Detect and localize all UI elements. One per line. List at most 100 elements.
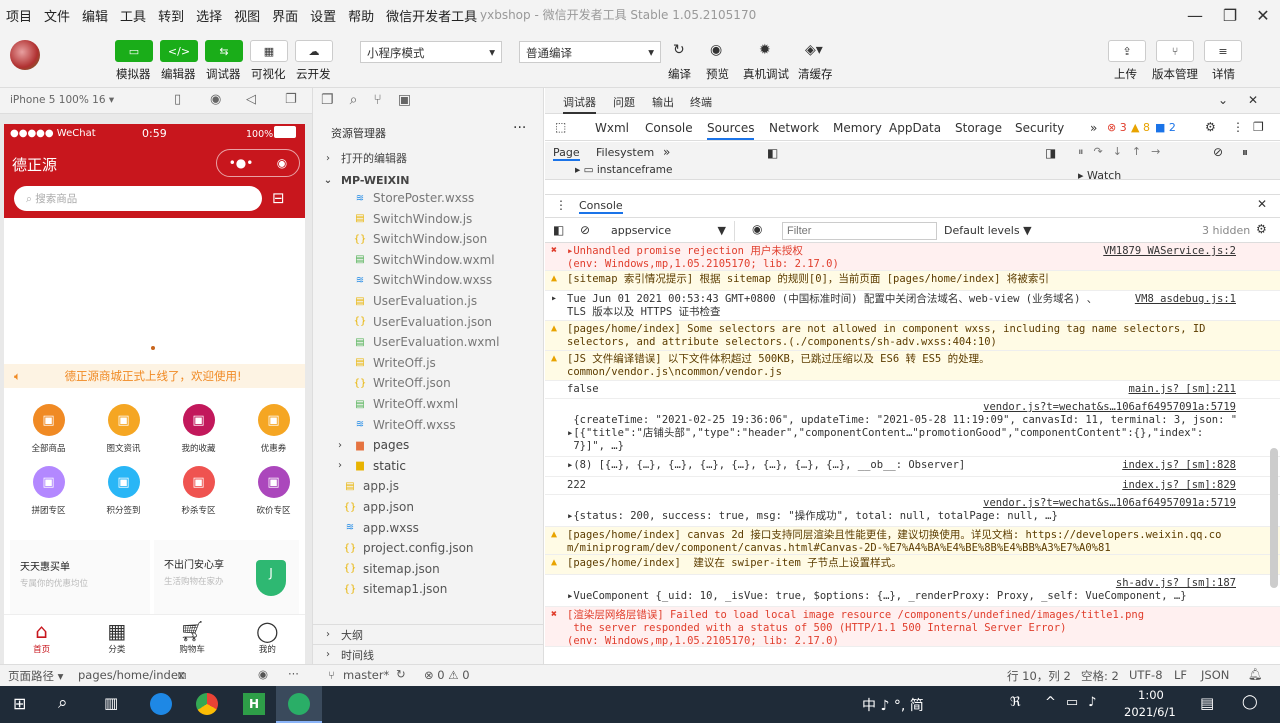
toggle-debugger-icon[interactable]: ◨ [1045,146,1056,160]
file-item[interactable]: ▤ WriteOff.wxml [313,394,543,414]
scan-icon[interactable]: ⊟ [272,189,285,207]
category-item[interactable]: ▣ 优惠券 [236,404,305,464]
drawer-menu-icon[interactable]: ⋮ [555,198,567,212]
source-link[interactable]: index.js? [sm]:829 [1122,479,1236,491]
root-section[interactable]: ⌄ MP-WEIXIN [313,170,543,190]
tab-sources[interactable]: Sources [707,121,755,140]
timeline-section[interactable]: › 时间线 [313,644,543,664]
warning-badge[interactable]: ▲ 8 [1131,121,1150,134]
problems-count[interactable]: ⊗ 0 ⚠ 0 [424,668,470,682]
promo-card-1[interactable]: 天天惠买单 专属你的优惠均位 [10,540,150,620]
source-link[interactable]: VM1879 WAService.js:2 [1103,245,1236,257]
menu-item[interactable]: 视图 [228,6,266,25]
console-message[interactable]: {createTime: "2021-02-25 19:36:06", upda… [545,399,1280,457]
folder-item[interactable]: › ▆ pages [313,435,543,455]
pause-exceptions-icon[interactable]: ⏸ [1242,145,1248,160]
menu-icon[interactable]: ≡ [1204,40,1242,62]
file-item[interactable]: {} WriteOff.json [313,373,543,393]
eye-icon[interactable]: ◉ [710,42,722,58]
console-message[interactable]: ▸ Tue Jun 01 2021 00:53:43 GMT+0800 (中国标准… [545,291,1280,321]
tab-filesystem[interactable]: Filesystem [596,146,654,159]
live-expression-icon[interactable]: ◉ [752,222,762,236]
git-icon[interactable]: ⑂ [373,92,381,110]
file-item[interactable]: {} SwitchWindow.json [313,229,543,249]
tab-appdata[interactable]: AppData [889,121,941,135]
console-settings-icon[interactable]: ⚙ [1256,222,1267,236]
file-item[interactable]: {} sitemap.json [313,559,543,579]
branch-icon[interactable]: ⑂ [1156,40,1194,62]
filter-input[interactable] [782,222,937,240]
levels-select[interactable]: Default levels ▼ [944,224,1032,237]
file-item[interactable]: ▤ app.js [313,476,543,496]
tab-console-drawer[interactable]: Console [579,199,623,214]
date[interactable]: 2021/6/1 [1124,705,1176,719]
tab-console[interactable]: Console [645,121,693,135]
file-item[interactable]: ≋ StorePoster.wxss [313,188,543,208]
menu-item[interactable]: 工具 [114,6,152,25]
settings-icon[interactable]: ⚙ [1205,120,1216,134]
phone-tab[interactable]: ▦ 分类 [79,615,154,664]
folder-item[interactable]: › ▆ static [313,456,543,476]
console-message[interactable]: ▲ [sitemap 索引情况提示] 根据 sitemap 的规则[0]，当前页面… [545,271,1280,291]
window-icon[interactable]: ❐ [285,92,297,107]
info-badge[interactable]: ■ 2 [1155,121,1176,134]
refresh-icon[interactable]: ↻ [673,42,685,58]
page-path-select[interactable]: 页面路径 ▾ [8,668,63,684]
git-branch[interactable]: master* [343,668,389,682]
device-select[interactable]: iPhone 5 100% 16 ▾ [10,94,114,106]
close-drawer-icon[interactable]: ✕ [1257,197,1267,211]
mode-select[interactable]: 小程序模式 ▾ [360,41,502,63]
file-item[interactable]: {} UserEvaluation.json [313,312,543,332]
more-icon[interactable]: ··· [513,120,526,136]
encoding[interactable]: UTF-8 [1129,668,1163,682]
menu-item[interactable]: 微信开发者工具 [380,6,483,25]
search-icon[interactable]: ⌕ [350,92,358,110]
phone-tab[interactable]: 🛒︎ 购物车 [155,615,230,664]
menu-item[interactable]: 编辑 [76,6,114,25]
promo-card-2[interactable]: 不出门安心享 生活购物在家办 J [154,540,299,620]
outline-section[interactable]: › 大纲 [313,624,543,644]
source-link[interactable]: vendor.js?t=wechat&s…106af64957091a:5719 [983,401,1236,413]
upload-icon[interactable]: ⇪ [1108,40,1146,62]
kebab-icon[interactable]: ⋮ [1232,120,1244,134]
more-icon[interactable]: ··· [288,667,299,681]
volume-icon[interactable]: ◁ [246,92,256,107]
more-tabs-icon[interactable]: » [1090,121,1097,135]
hbuilder-icon[interactable]: H [243,693,265,715]
watch-section[interactable]: ▸ Watch [1078,169,1121,182]
console-scrollbar[interactable] [1270,448,1278,588]
tab-issues[interactable]: 问题 [613,94,635,110]
menu-item[interactable]: 界面 [266,6,304,25]
console-message[interactable]: ✖ ▸Unhandled promise rejection 用户未授权 (env… [545,243,1280,271]
tab-page[interactable]: Page [553,146,580,161]
file-item[interactable]: {} project.config.json [313,538,543,558]
bug-icon[interactable]: ✹ [759,42,771,58]
category-item[interactable]: ▣ 我的收藏 [161,404,236,464]
tab-security[interactable]: Security [1015,121,1064,135]
simulator-toggle-icon[interactable]: ▭ [115,40,153,62]
more-tabs-icon[interactable]: » [663,145,670,159]
menu-item[interactable]: 帮助 [342,6,380,25]
desktop-icon[interactable]: ◯ [1242,694,1258,710]
compile-mode-select[interactable]: 普通编译 ▾ [519,41,661,63]
more-dots-icon[interactable]: •●• [229,156,254,170]
tab-wxml[interactable]: Wxml [595,121,629,135]
file-item[interactable]: ≋ WriteOff.wxss [313,415,543,435]
search-input[interactable]: ⌕ 搜索商品 [14,186,262,211]
menu-item[interactable]: 项目 [0,6,38,25]
file-item[interactable]: {} app.json [313,497,543,517]
extension-icon[interactable]: ▣ [398,92,411,110]
task-view-icon[interactable]: ▥ [104,694,118,712]
source-link[interactable]: sh-adv.js? [sm]:187 [1116,577,1236,589]
file-item[interactable]: ▤ SwitchWindow.wxml [313,250,543,270]
category-item[interactable]: ▣ 图文资讯 [86,404,161,464]
line-ending[interactable]: LF [1174,668,1187,682]
exit-icon[interactable]: ◉ [277,156,287,170]
chrome-icon[interactable] [196,693,218,715]
cursor-position[interactable]: 行 10，列 2 [1007,668,1071,684]
windows-start-icon[interactable]: ⊞ [13,694,26,713]
console-message[interactable]: ▲ [pages/home/index] 建议在 swiper-item 子节点上… [545,555,1280,575]
console-message[interactable]: ▸{status: 200, success: true, msg: "操作成功… [545,495,1280,527]
file-item[interactable]: ≋ SwitchWindow.wxss [313,270,543,290]
file-item[interactable]: ▤ UserEvaluation.wxml [313,332,543,352]
